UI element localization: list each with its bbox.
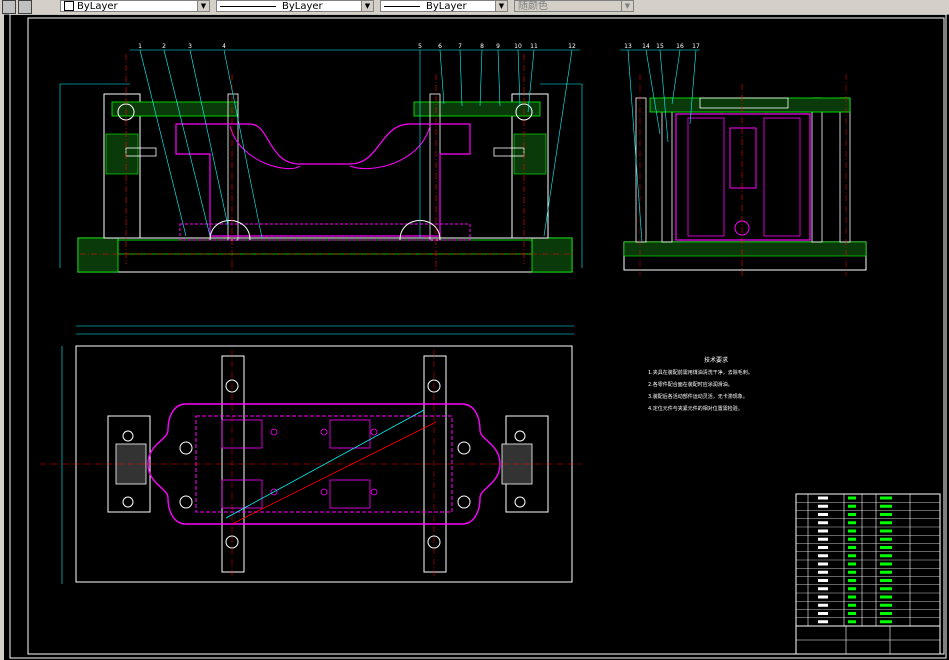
layer-icon[interactable] bbox=[2, 0, 16, 14]
parts-list-cell-text bbox=[818, 554, 828, 558]
tech-requirements: 技术要求 1.夹具在装配前需用煤油清洗干净，去除毛刺。 2.各零件配合面在装配时… bbox=[648, 356, 753, 412]
parts-list-cell-text bbox=[848, 513, 856, 516]
lineweight-combo[interactable]: ByLayer ▼ bbox=[380, 0, 508, 12]
tech-line-2: 2.各零件配合面在装配时应涂润滑油。 bbox=[648, 381, 733, 388]
balloon-1: 1 bbox=[138, 43, 142, 50]
balloon-15: 15 bbox=[656, 43, 664, 50]
parts-list-cell-text bbox=[848, 546, 856, 549]
balloon-11: 11 bbox=[530, 43, 538, 50]
balloon-4: 4 bbox=[222, 43, 226, 50]
plotstyle-combo-value: 随颜色 bbox=[518, 1, 548, 12]
parts-list-cell-text bbox=[880, 595, 892, 599]
balloon-16: 16 bbox=[676, 43, 684, 50]
parts-list-cell-text bbox=[880, 612, 892, 615]
title-block bbox=[796, 625, 940, 654]
parts-list-cell-text bbox=[848, 521, 856, 525]
parts-list-cell-text bbox=[818, 595, 828, 599]
balloon-13: 13 bbox=[624, 43, 632, 50]
lineweight-combo-value: ByLayer bbox=[426, 1, 467, 12]
properties-toolbar: ByLayer ▼ ByLayer ▼ ByLayer ▼ 随颜色 ▼ bbox=[0, 0, 949, 15]
parts-list-cell-text bbox=[818, 579, 828, 582]
parts-list-cell-text bbox=[848, 595, 856, 599]
parts-list-cell-text bbox=[880, 496, 892, 500]
parts-list-cell-text bbox=[848, 537, 856, 541]
balloon-10: 10 bbox=[514, 43, 522, 50]
parts-list-cell-text bbox=[880, 620, 892, 624]
parts-list-cell-text bbox=[880, 579, 892, 582]
parts-list-cell-text bbox=[848, 603, 856, 607]
balloon-7: 7 bbox=[458, 43, 462, 50]
plotstyle-combo[interactable]: 随颜色 ▼ bbox=[514, 0, 634, 12]
parts-list-cell-text bbox=[848, 504, 856, 508]
parts-list-cell-text bbox=[818, 504, 828, 508]
parts-list-cell-text bbox=[848, 562, 856, 566]
color-combo-value: ByLayer bbox=[77, 1, 118, 12]
balloon-9: 9 bbox=[496, 43, 500, 50]
balloon-2: 2 bbox=[162, 43, 166, 50]
chevron-down-icon[interactable]: ▼ bbox=[495, 1, 507, 11]
linetype-combo-value: ByLayer bbox=[282, 1, 323, 12]
chevron-down-icon[interactable]: ▼ bbox=[361, 1, 373, 11]
balloon-3: 3 bbox=[188, 43, 192, 50]
parts-list-cell-text bbox=[848, 579, 856, 582]
parts-list-cell-text bbox=[848, 554, 856, 558]
balloon-8: 8 bbox=[480, 43, 484, 50]
parts-list-cell-text bbox=[818, 496, 828, 500]
top-view bbox=[40, 325, 582, 584]
parts-list-cell-text bbox=[880, 587, 892, 591]
parts-list-cell-text bbox=[880, 554, 892, 558]
tech-title: 技术要求 bbox=[704, 356, 728, 364]
parts-list-cell-text bbox=[818, 529, 828, 533]
parts-list-cell-text bbox=[880, 504, 892, 508]
lineweight-preview-icon bbox=[384, 5, 420, 7]
parts-list-cell-text bbox=[880, 537, 892, 541]
parts-list-cell-text bbox=[880, 529, 892, 533]
parts-list bbox=[795, 493, 941, 655]
tech-line-3: 3.装配后各活动部件运动灵活，无卡滞现象。 bbox=[648, 393, 748, 400]
parts-list-cell-text bbox=[818, 587, 828, 591]
linetype-combo[interactable]: ByLayer ▼ bbox=[216, 0, 374, 12]
linetype-preview-icon bbox=[220, 5, 276, 7]
drawing-canvas[interactable]: 1 2 3 4 5 6 7 8 9 10 11 12 13 14 15 16 1… bbox=[0, 14, 949, 660]
match-properties-icon[interactable] bbox=[18, 0, 32, 14]
parts-list-cell-text bbox=[848, 496, 856, 500]
balloon-5: 5 bbox=[418, 43, 422, 50]
chevron-down-icon[interactable]: ▼ bbox=[197, 1, 209, 11]
parts-list-cell-text bbox=[880, 603, 892, 607]
parts-list-cell-text bbox=[818, 570, 828, 574]
front-view: 1 2 3 4 5 6 7 8 9 10 11 12 bbox=[59, 43, 583, 273]
balloon-12: 12 bbox=[568, 43, 576, 50]
side-view: 13 14 15 16 17 bbox=[620, 43, 867, 276]
parts-list-cell-text bbox=[848, 570, 856, 574]
parts-list-cell-text bbox=[880, 513, 892, 516]
balloon-14: 14 bbox=[642, 43, 650, 50]
parts-list-cell-text bbox=[880, 546, 892, 549]
balloon-6: 6 bbox=[438, 43, 442, 50]
color-swatch-icon bbox=[64, 1, 74, 11]
parts-list-cell-text bbox=[818, 612, 828, 615]
parts-list-cell-text bbox=[818, 521, 828, 525]
parts-list-cell-text bbox=[880, 570, 892, 574]
parts-list-cell-text bbox=[880, 562, 892, 566]
parts-list-cell-text bbox=[818, 513, 828, 516]
tech-line-4: 4.定位元件与夹紧元件的相对位置需检验。 bbox=[648, 405, 743, 412]
parts-list-cell-text bbox=[848, 620, 856, 624]
parts-list-cell-text bbox=[818, 562, 828, 566]
parts-list-cell-text bbox=[848, 587, 856, 591]
parts-list-cell-text bbox=[880, 521, 892, 525]
chevron-down-icon: ▼ bbox=[621, 1, 633, 11]
parts-list-cell-text bbox=[818, 537, 828, 541]
parts-list-cell-text bbox=[818, 603, 828, 607]
parts-list-cell-text bbox=[848, 612, 856, 615]
parts-list-cell-text bbox=[848, 529, 856, 533]
color-combo[interactable]: ByLayer ▼ bbox=[60, 0, 210, 12]
tech-line-1: 1.夹具在装配前需用煤油清洗干净，去除毛刺。 bbox=[648, 369, 753, 376]
balloon-17: 17 bbox=[692, 43, 700, 50]
parts-list-cell-text bbox=[818, 620, 828, 624]
parts-list-cell-text bbox=[818, 546, 828, 549]
